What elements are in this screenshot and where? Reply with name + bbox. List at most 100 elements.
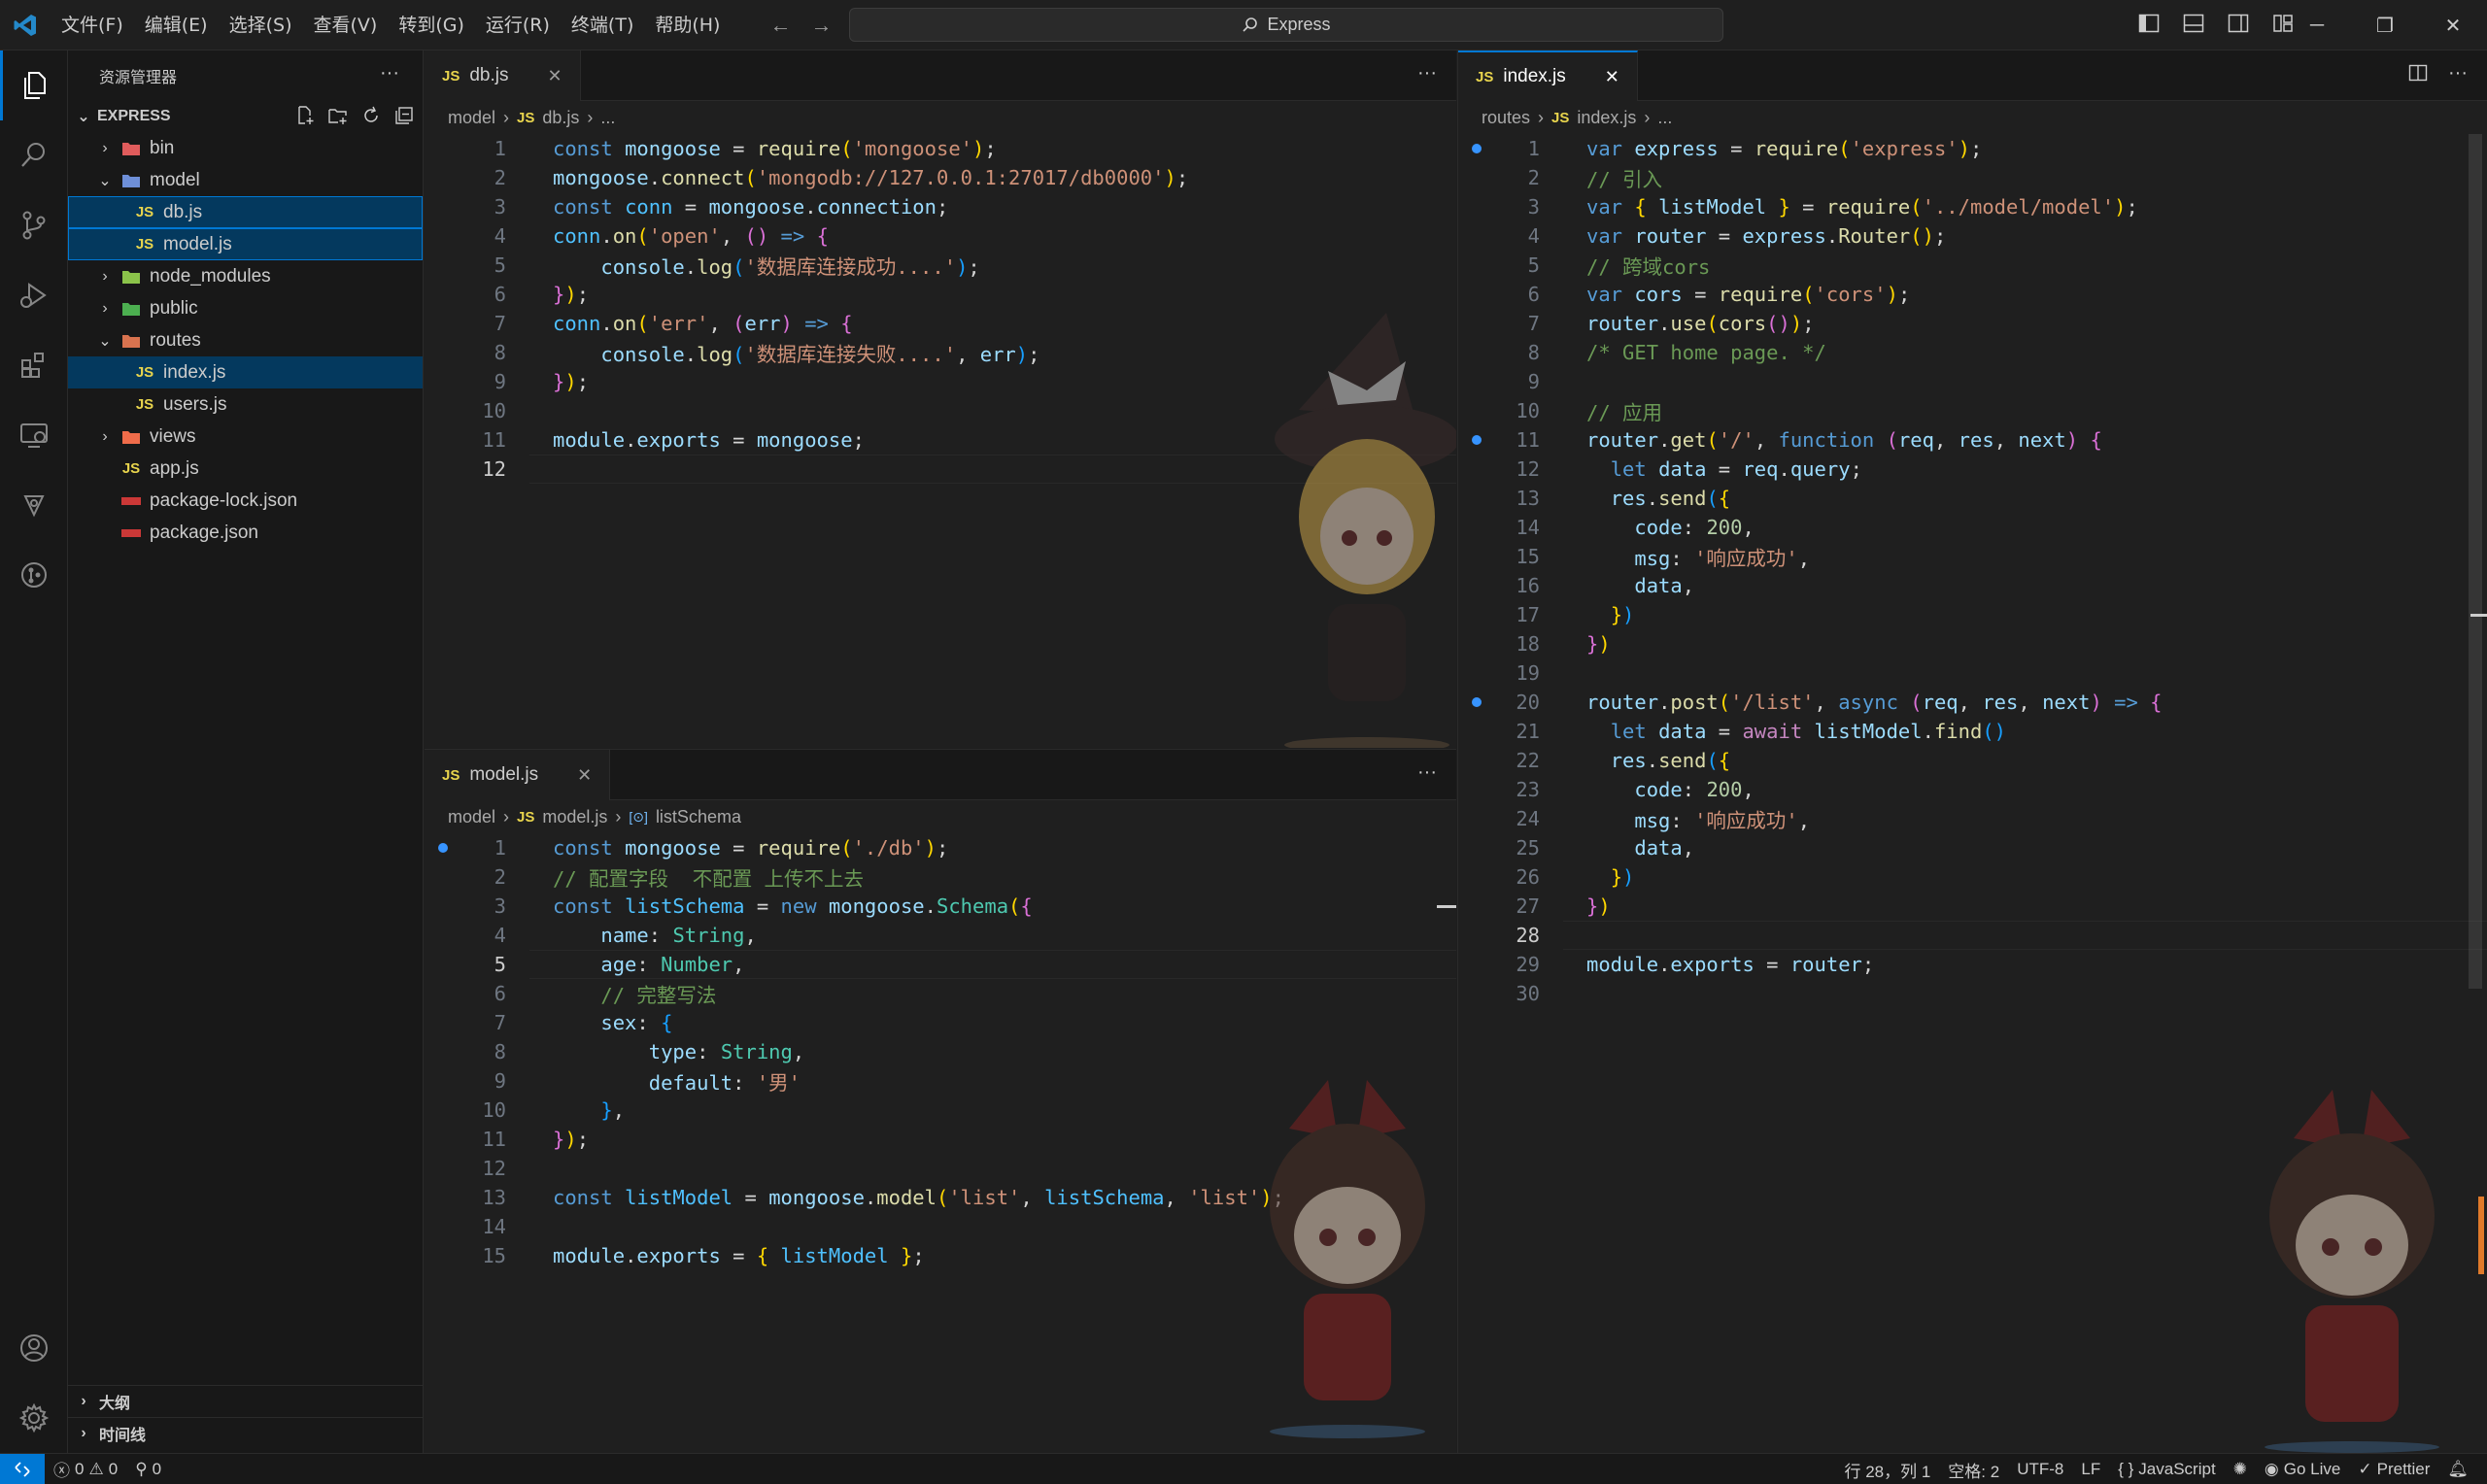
activity-bar [0,51,68,1453]
explorer-root-folder[interactable]: ⌄ EXPRESS [68,101,423,132]
ports-indicator[interactable]: ⚲ 0 [126,1460,170,1479]
forward-arrow-icon[interactable]: → [810,13,832,38]
testing-icon[interactable] [0,470,68,540]
toggle-panel-icon[interactable] [2182,12,2205,35]
indentation[interactable]: 空格: 2 [1939,1458,2008,1482]
tab-index-js[interactable]: JS index.js ✕ [1458,51,1638,101]
settings-gear-icon[interactable] [0,1383,68,1453]
close-window-icon[interactable]: ✕ [2419,0,2487,51]
problems-indicator[interactable]: ⓧ 0 ⚠ 0 [45,1457,126,1481]
vertical-scrollbar[interactable] [2469,134,2482,989]
notifications-bell[interactable]: 🔔︎ [2438,1460,2477,1479]
go-live-button[interactable]: ◉ Go Live [2256,1460,2349,1479]
tree-folder-public[interactable]: › public [68,292,423,324]
cursor-position[interactable]: 行 28，列 1 [1835,1458,1939,1482]
menu-file[interactable]: 文件(F) [51,0,134,51]
code-line: 24 msg: '响应成功', [1516,807,1811,832]
new-file-icon[interactable] [294,105,316,126]
code-line: 6 // 完整写法 [494,982,717,1007]
explorer-icon[interactable] [0,51,68,120]
remote-explorer-icon[interactable] [0,400,68,470]
remote-indicator-icon[interactable] [0,1453,45,1484]
more-actions-icon[interactable]: ··· [1417,761,1437,784]
breadcrumb: routes › JS index.js › ... [1458,101,2487,134]
extension-status[interactable]: ✺ [2225,1460,2256,1479]
tree-item-label: package-lock.json [150,489,298,511]
breadcrumb-symbol[interactable]: ... [1657,108,1672,128]
code-line: 4 var router = express.Router(); [1527,224,1947,248]
back-arrow-icon[interactable]: ← [769,13,791,38]
code-line: 20 router.post('/list', async (req, res, … [1458,688,2487,717]
command-center-search[interactable]: Express [849,8,1723,42]
tree-file-db-js[interactable]: JS db.js [68,196,423,228]
tree-folder-bin[interactable]: › bin [68,132,423,164]
tree-file-model-js[interactable]: JS model.js [68,228,423,260]
tree-file-package-json[interactable]: package.json [68,517,423,549]
breadcrumb-folder[interactable]: model [448,108,495,128]
source-control-icon[interactable] [0,190,68,260]
refresh-icon[interactable] [360,105,382,126]
accounts-icon[interactable] [0,1313,68,1383]
tree-folder-views[interactable]: › views [68,421,423,453]
timeline-section[interactable]: › 时间线 [68,1417,424,1449]
variable-symbol-icon: [⊙] [629,808,648,825]
editor-group-index: JS index.js ✕ ··· routes › JS index.js ›… [1457,51,2487,1453]
tree-folder-model[interactable]: ⌄ model [68,164,423,196]
menu-help[interactable]: 帮助(H) [644,0,731,51]
git-graph-icon[interactable] [0,540,68,610]
menu-terminal[interactable]: 终端(T) [561,0,644,51]
tab-db-js[interactable]: JS db.js ✕ [425,51,581,101]
restore-icon[interactable]: ❐ [2351,0,2419,51]
close-icon[interactable]: ✕ [577,765,592,786]
code-editor[interactable]: 1 const mongoose = require('mongoose'); 2… [425,134,1456,484]
close-icon[interactable]: ✕ [1605,67,1619,87]
more-actions-icon[interactable]: ··· [380,62,399,84]
more-actions-icon[interactable]: ··· [1417,62,1437,84]
code-editor[interactable]: 1 var express = require('express'); 2// 引… [1458,134,2487,1008]
collapse-all-icon[interactable] [393,105,415,126]
javascript-file-icon: JS [1476,68,1494,85]
tree-folder-routes[interactable]: ⌄ routes [68,324,423,356]
breadcrumb-folder[interactable]: routes [1482,108,1530,128]
breadcrumb-file[interactable]: db.js [542,108,579,128]
close-icon[interactable]: ✕ [548,66,562,86]
language-mode[interactable]: { } JavaScript [2109,1460,2224,1479]
tree-file-index-js[interactable]: JS index.js [68,356,423,388]
code-line: 15 module.exports = { listModel }; [482,1244,925,1267]
menu-view[interactable]: 查看(V) [303,0,389,51]
outline-section[interactable]: › 大纲 [68,1385,424,1417]
layout-controls [2137,12,2295,35]
breadcrumb-folder[interactable]: model [448,807,495,827]
tab-model-js[interactable]: JS model.js ✕ [425,750,611,800]
tab-bar: JS index.js ✕ ··· [1458,51,2487,101]
split-editor-icon[interactable] [2407,62,2429,84]
menu-go[interactable]: 转到(G) [388,0,475,51]
code-editor[interactable]: 1 const mongoose = require('./db'); 2// 配… [425,833,1456,1270]
menu-run[interactable]: 运行(R) [475,0,561,51]
javascript-file-icon: JS [442,67,460,84]
run-debug-icon[interactable] [0,260,68,330]
new-folder-icon[interactable] [327,105,349,126]
menu-selection[interactable]: 选择(S) [219,0,303,51]
code-line: 8 console.log('数据库连接失败....', err); [494,341,1040,366]
tree-file-users-js[interactable]: JS users.js [68,388,423,421]
tree-file-app-js[interactable]: JS app.js [68,453,423,485]
extensions-icon[interactable] [0,330,68,400]
breadcrumb-symbol[interactable]: ... [600,108,615,128]
menu-edit[interactable]: 编辑(E) [134,0,219,51]
prettier-status[interactable]: ✓ Prettier [2349,1460,2438,1479]
breadcrumb-symbol[interactable]: listSchema [656,807,741,827]
toggle-primary-sidebar-icon[interactable] [2137,12,2161,35]
end-of-line[interactable]: LF [2072,1460,2109,1479]
breadcrumb-file[interactable]: model.js [542,807,607,827]
tree-file-package-lock-json[interactable]: package-lock.json [68,485,423,517]
code-line: 11 router.get('/', function (req, res, ne… [1458,425,2487,455]
bell-icon: 🔔︎ [2447,1460,2469,1478]
tree-folder-node-modules[interactable]: › node_modules [68,260,423,292]
toggle-secondary-sidebar-icon[interactable] [2227,12,2250,35]
minimize-icon[interactable]: ─ [2283,0,2351,51]
search-icon[interactable] [0,120,68,190]
breadcrumb-file[interactable]: index.js [1577,108,1636,128]
encoding[interactable]: UTF-8 [2008,1460,2072,1479]
more-actions-icon[interactable]: ··· [2448,62,2468,84]
